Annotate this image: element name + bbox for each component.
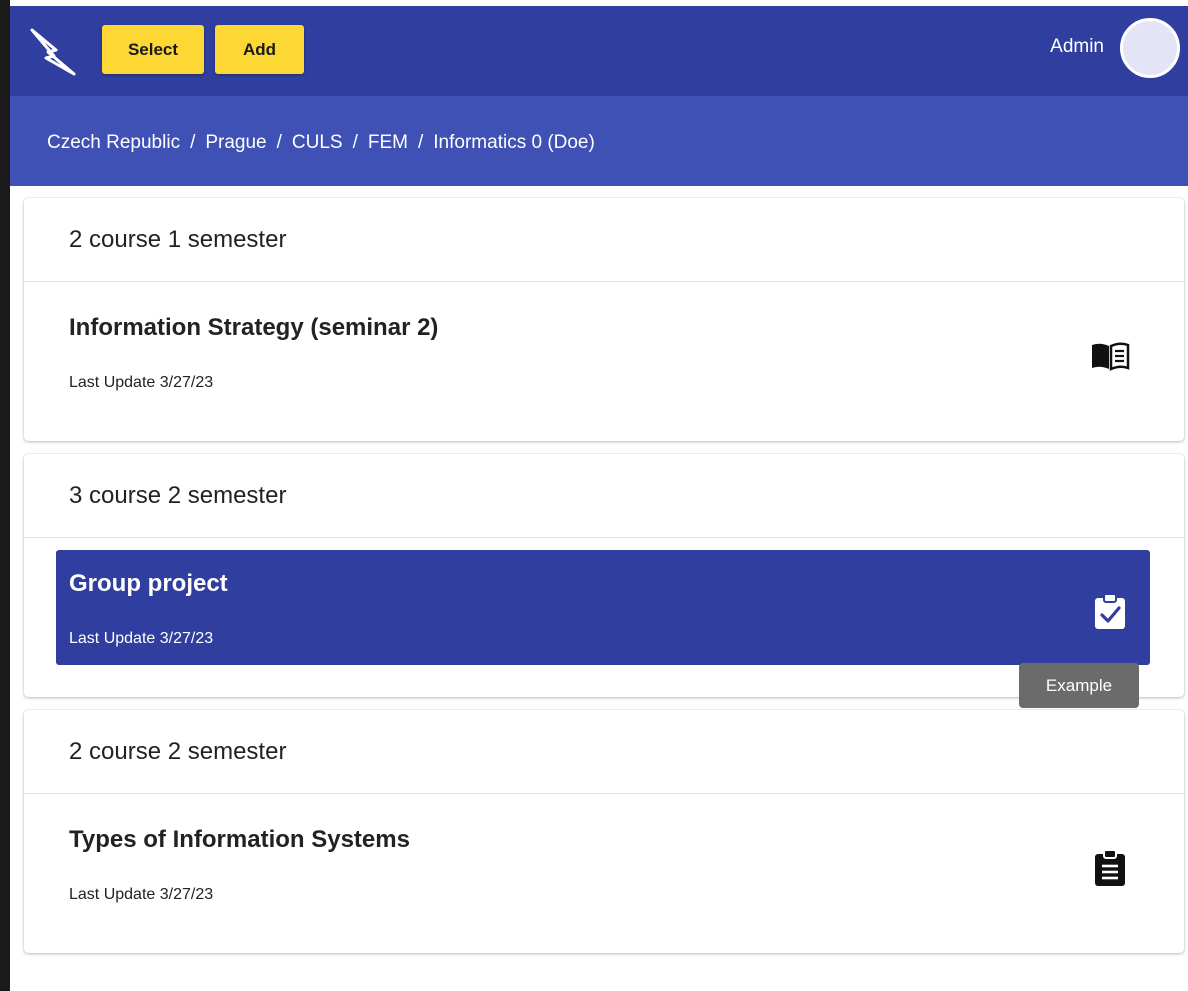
tooltip: Example xyxy=(1019,663,1139,708)
breadcrumb-separator: / xyxy=(190,132,196,153)
course-last-update: Last Update 3/27/23 xyxy=(69,886,214,903)
course-last-update: Last Update 3/27/23 xyxy=(69,374,214,391)
breadcrumb-separator: / xyxy=(352,132,358,153)
clipboard-check-icon xyxy=(1090,592,1130,632)
breadcrumb-item-faculty[interactable]: FEM xyxy=(368,132,408,154)
select-button[interactable]: Select xyxy=(102,25,204,74)
course-title: Information Strategy (seminar 2) xyxy=(69,314,439,341)
semester-title: 3 course 2 semester xyxy=(24,454,1184,538)
breadcrumb-item-university[interactable]: CULS xyxy=(292,132,343,154)
breadcrumb-item-city[interactable]: Prague xyxy=(205,132,266,154)
avatar[interactable] xyxy=(1120,18,1180,78)
semester-card: 2 course 2 semester Types of Information… xyxy=(24,710,1184,953)
course-title: Group project xyxy=(69,570,228,597)
breadcrumb-item-country[interactable]: Czech Republic xyxy=(47,132,180,154)
breadcrumb-bar: Czech Republic / Prague / CULS / FEM / I… xyxy=(10,96,1188,186)
breadcrumb-item-program[interactable]: Informatics 0 (Doe) xyxy=(433,132,595,154)
semester-card: 2 course 1 semester Information Strategy… xyxy=(24,198,1184,441)
course-item[interactable]: Types of Information Systems Last Update… xyxy=(56,806,1150,921)
add-button[interactable]: Add xyxy=(215,25,304,74)
course-last-update: Last Update 3/27/23 xyxy=(69,630,214,647)
course-title: Types of Information Systems xyxy=(69,826,410,853)
course-item[interactable]: Information Strategy (seminar 2) Last Up… xyxy=(56,294,1150,409)
breadcrumb-separator: / xyxy=(276,132,282,153)
breadcrumb: Czech Republic / Prague / CULS / FEM / I… xyxy=(47,132,595,154)
user-name[interactable]: Admin xyxy=(1050,36,1104,58)
semester-title: 2 course 1 semester xyxy=(24,198,1184,282)
semester-title: 2 course 2 semester xyxy=(24,710,1184,794)
breadcrumb-separator: / xyxy=(418,132,424,153)
lightning-logo-icon[interactable] xyxy=(24,20,84,80)
clipboard-list-icon xyxy=(1090,848,1130,888)
book-icon xyxy=(1090,336,1130,376)
top-toolbar: Select Add Admin xyxy=(10,6,1188,96)
semester-card: 3 course 2 semester Group project Last U… xyxy=(24,454,1184,697)
window-edge xyxy=(0,0,10,991)
app: Select Add Admin Czech Republic / Prague… xyxy=(10,6,1188,991)
course-item-selected[interactable]: Group project Last Update 3/27/23 xyxy=(56,550,1150,665)
